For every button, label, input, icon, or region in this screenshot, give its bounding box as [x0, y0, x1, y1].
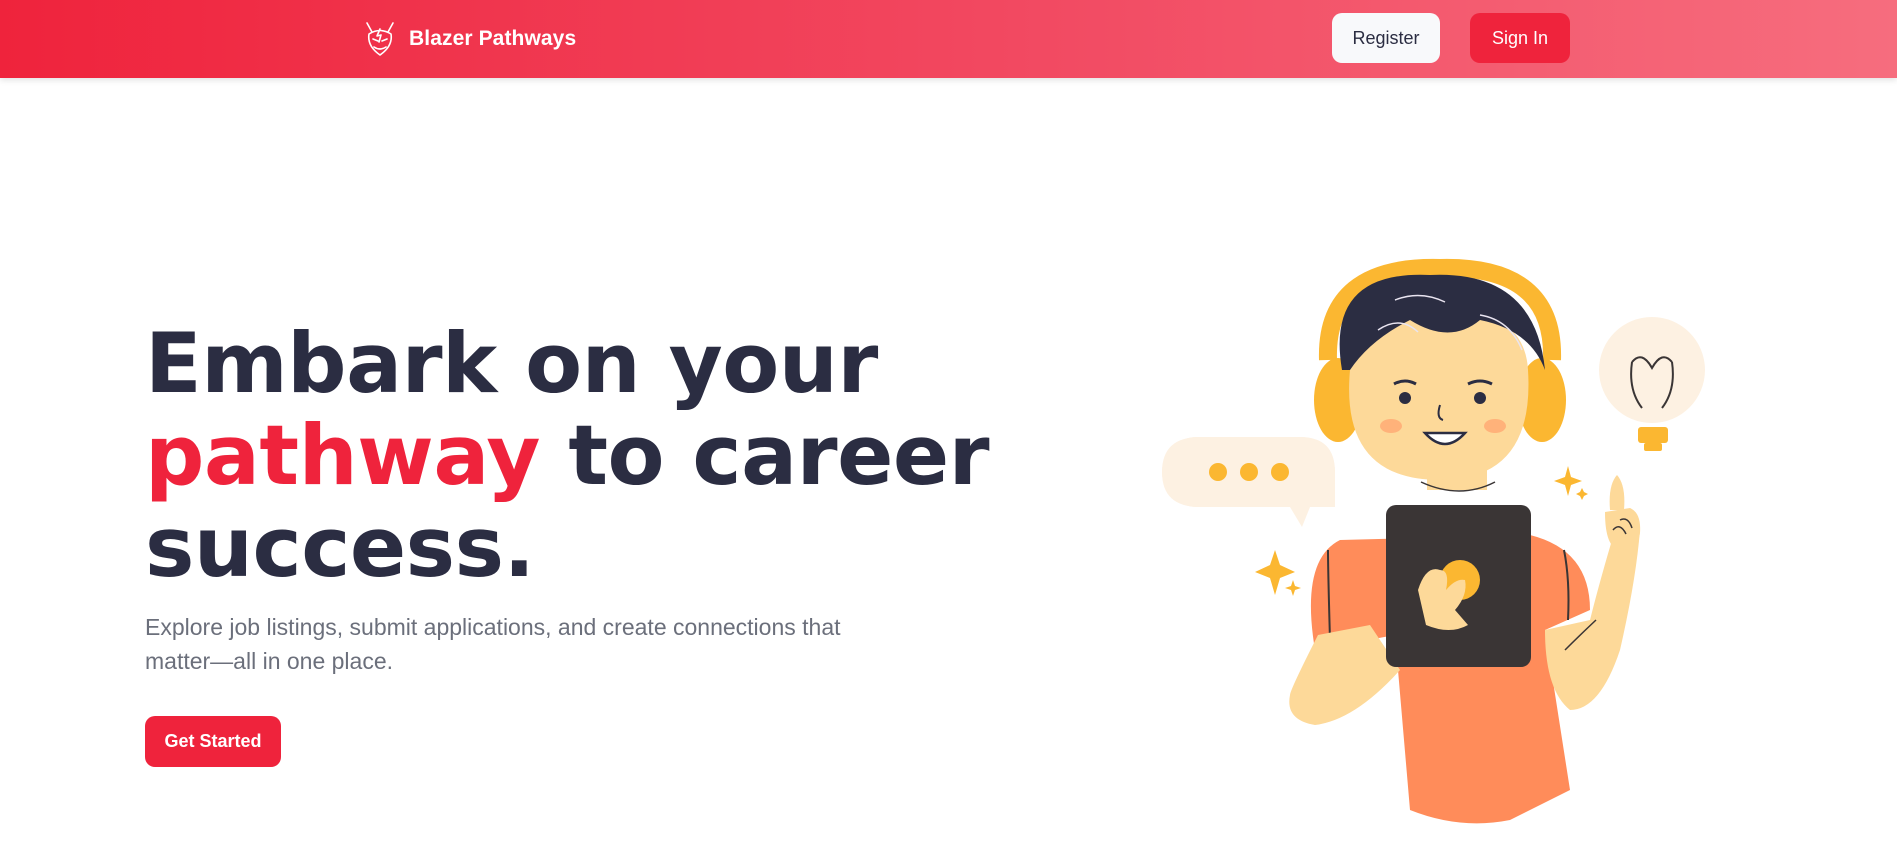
get-started-button[interactable]: Get Started: [145, 716, 281, 767]
hero-heading-line2-rest: to career: [539, 407, 990, 504]
hero-heading-line1: Embark on your: [145, 315, 878, 412]
brand-name: Blazer Pathways: [409, 27, 577, 50]
hero-heading: Embark on your pathway to career success…: [145, 318, 1005, 594]
top-navbar: Blazer Pathways Register Sign In: [0, 0, 1897, 78]
register-button[interactable]: Register: [1332, 13, 1440, 63]
blazer-devil-logo-icon: [366, 22, 394, 56]
sign-in-button[interactable]: Sign In: [1470, 13, 1570, 63]
hero-heading-line3: success.: [145, 499, 535, 596]
hero-heading-accent: pathway: [145, 407, 540, 504]
hero-subtitle: Explore job listings, submit application…: [145, 614, 841, 674]
lightbulb-icon: [1599, 317, 1705, 451]
person-with-tablet-illustration: [1162, 258, 1705, 824]
speech-bubble-icon: [1162, 437, 1335, 527]
brand-home-link[interactable]: Blazer Pathways: [360, 17, 576, 61]
